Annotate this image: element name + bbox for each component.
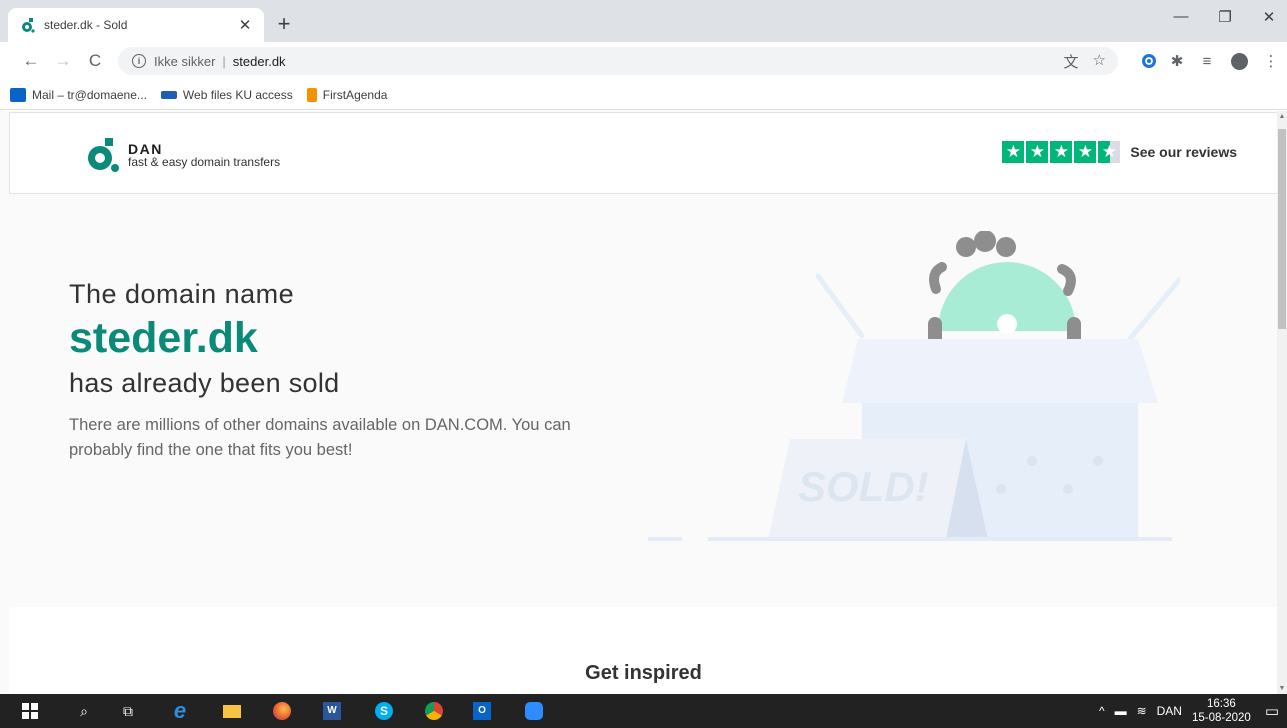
dan-logo-icon [88,138,119,172]
tab-title: steder.dk - Sold [44,18,128,32]
extension-blue-icon[interactable] [1138,50,1160,72]
firefox-icon[interactable] [272,701,292,721]
reading-list-icon[interactable]: ≡ [1196,50,1218,72]
see-reviews-link[interactable]: See our reviews [1130,144,1237,160]
page-viewport: DAN fast & easy domain transfers ★ ★ ★ ★… [0,111,1287,694]
task-view-icon[interactable]: ⧉ [118,701,138,721]
bookmark-firstagenda[interactable]: FirstAgenda [306,87,388,102]
new-tab-button[interactable]: + [272,11,296,37]
character-figure [928,231,1081,353]
chrome-icon[interactable] [424,701,444,721]
star-icon: ★ [1026,141,1049,163]
hero-post-heading: has already been sold [69,368,340,398]
translate-icon[interactable]: 文 [1064,51,1079,72]
zoom-icon[interactable] [524,701,544,721]
info-icon[interactable]: i [132,54,146,68]
wifi-icon[interactable]: ≋ [1137,704,1147,718]
word-icon[interactable]: W [322,701,342,721]
trustpilot-reviews[interactable]: ★ ★ ★ ★ ★ See our reviews [1002,141,1237,163]
bookmark-ku-web-files[interactable]: Web files KU access [160,87,293,102]
skype-icon[interactable]: S [374,701,394,721]
scroll-up-icon[interactable]: ▲ [1277,113,1287,120]
star-icon: ★ [1074,141,1097,163]
hero-pre-heading: The domain name [69,279,295,309]
site-header: DAN fast & easy domain transfers ★ ★ ★ ★… [9,112,1278,194]
battery-icon[interactable]: ▬ [1115,704,1127,718]
url-text: steder.dk [232,53,286,69]
trustpilot-stars: ★ ★ ★ ★ ★ [1002,141,1121,163]
file-explorer-icon[interactable] [222,701,242,721]
menu-kebab-icon[interactable]: ⋮ [1260,50,1282,72]
search-icon[interactable]: ⌕ [74,701,94,721]
extensions-puzzle-icon[interactable]: ✱ [1166,50,1188,72]
edge-icon[interactable]: e [170,698,190,723]
bookmark-star-icon[interactable]: ☆ [1093,51,1106,72]
dan-logo[interactable]: DAN fast & easy domain transfers [86,137,280,173]
bookmark-label: Mail – tr@domaene... [32,87,147,102]
security-label: Ikke sikker [154,53,216,69]
clock-date: 15-08-2020 [1191,712,1251,724]
bookmarks-bar: Mail – tr@domaene... Web files KU access… [0,80,1287,110]
browser-toolbar: ← → C i Ikke sikker | steder.dk 文 ☆ ✱ ≡ … [0,42,1287,80]
ku-icon [160,90,177,99]
windows-start-icon[interactable] [20,701,40,721]
star-icon: ★ [1050,141,1073,163]
sold-box-illustration: SOLD! [648,231,1180,541]
logo-tagline: fast & easy domain transfers [128,154,281,169]
half-star-icon: ★ [1098,141,1121,163]
back-icon[interactable]: ← [20,50,42,72]
star-icon: ★ [1002,141,1025,163]
dan-favicon-icon [22,18,35,33]
outlook-icon [10,87,26,102]
windows-taskbar: ⌕ ⧉ e W S O ^ ▬ ≋ DAN 16:36 15-08-2020 ▭ [0,694,1287,728]
logo-name: DAN [128,140,163,157]
bookmark-label: Web files KU access [182,87,293,102]
bookmark-label: FirstAgenda [322,87,388,102]
sold-sign-text: SOLD! [798,463,929,510]
hero-domain-name: steder.dk [69,314,258,362]
window-close-icon[interactable]: ✕ [1254,8,1284,26]
firstagenda-icon [306,87,317,102]
tab-strip: steder.dk - Sold ✕ + — ❐ ✕ [0,0,1287,42]
box-flap-left [815,273,865,339]
hero-description: There are millions of other domains avai… [69,416,571,459]
address-bar[interactable]: i Ikke sikker | steder.dk 文 ☆ [118,47,1118,75]
clock[interactable]: 16:36 15-08-2020 [1192,697,1251,725]
show-hidden-icons-icon[interactable]: ^ [1099,704,1105,718]
forward-icon[interactable]: → [52,50,74,72]
outlook-taskbar-icon[interactable]: O [472,701,492,721]
bookmark-mail[interactable]: Mail – tr@domaene... [10,87,147,102]
get-inspired-heading: Get inspired [585,662,702,684]
clock-time: 16:36 [1207,698,1236,710]
profile-avatar-icon[interactable] [1228,50,1250,72]
notifications-icon[interactable]: ▭ [1265,702,1279,720]
scrollbar-thumb[interactable] [1278,129,1286,329]
system-tray: ^ ▬ ≋ DAN 16:36 15-08-2020 ▭ [1099,694,1279,728]
scroll-down-icon[interactable]: ▼ [1277,685,1287,692]
box-lid [842,339,1158,403]
browser-tab[interactable]: steder.dk - Sold ✕ [8,8,264,42]
restore-icon[interactable]: ❐ [1210,8,1240,26]
minimize-icon[interactable]: — [1166,8,1196,25]
hero-text: The domain name steder.dk has already be… [69,279,614,463]
url-separator: | [222,53,226,69]
page-scrollbar[interactable]: ▲ ▼ [1277,111,1287,694]
reload-icon[interactable]: C [84,50,106,72]
tab-close-icon[interactable]: ✕ [236,16,254,34]
box-flap-right [1127,276,1180,342]
language-indicator[interactable]: DAN [1157,704,1182,718]
